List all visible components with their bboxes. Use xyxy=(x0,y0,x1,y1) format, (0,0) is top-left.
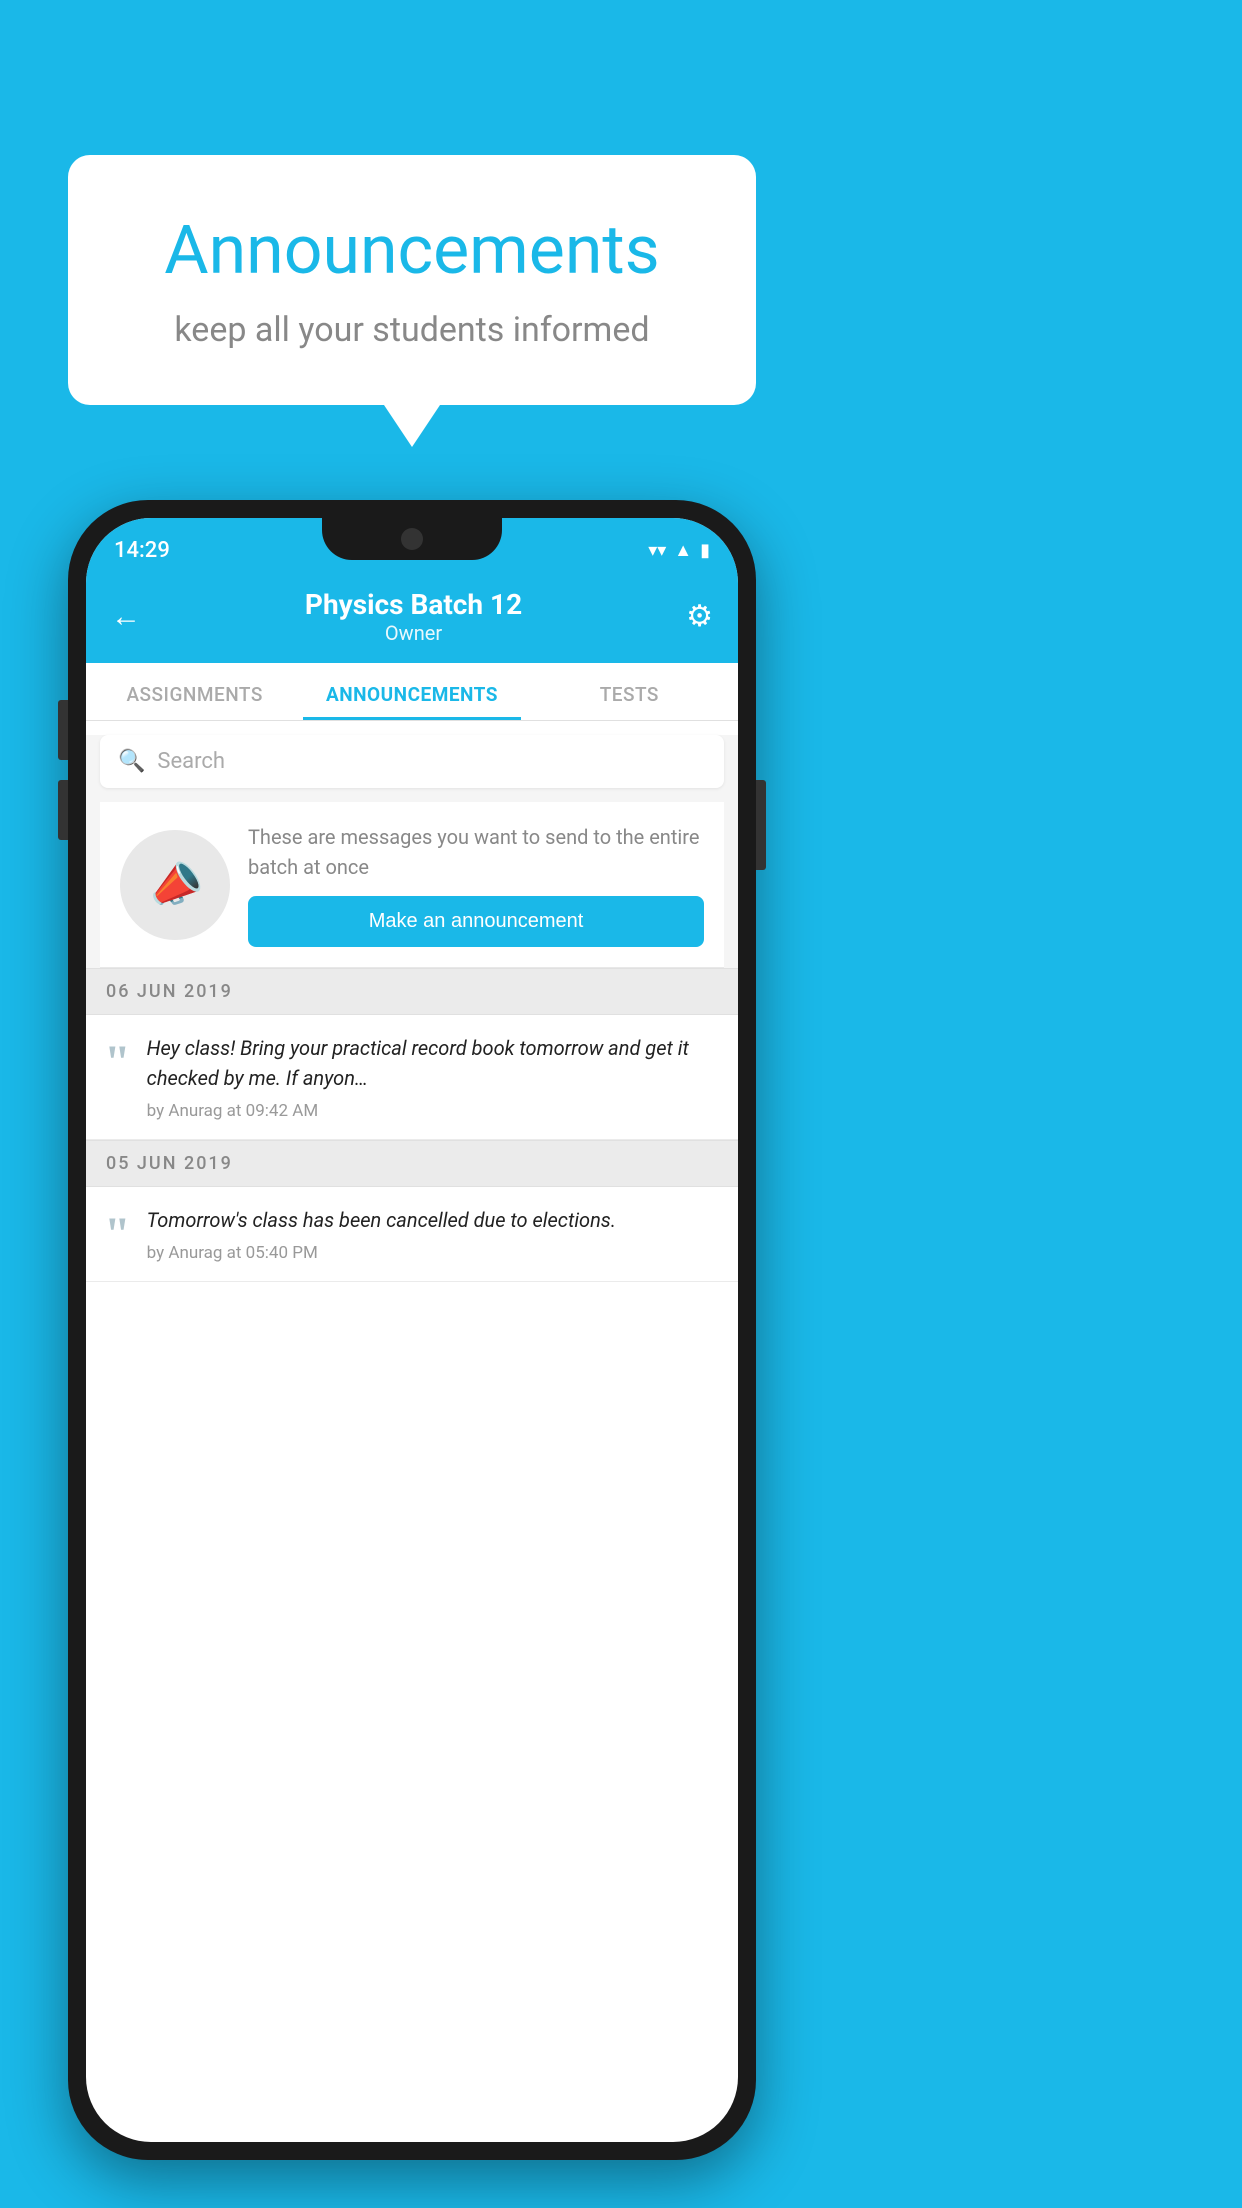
announcement-meta-2: by Anurag at 05:40 PM xyxy=(147,1243,720,1263)
bubble-title: Announcements xyxy=(108,210,716,290)
megaphone-circle: 📣 xyxy=(120,830,230,940)
volume-buttons xyxy=(58,700,68,860)
status-time: 14:29 xyxy=(114,538,170,563)
back-button[interactable]: ← xyxy=(111,599,141,634)
power-button xyxy=(756,780,766,870)
bubble-subtitle: keep all your students informed xyxy=(108,310,716,350)
content-area: 🔍 Search 📣 These are messages you want t… xyxy=(86,735,738,1282)
announcement-item-2[interactable]: " Tomorrow's class has been cancelled du… xyxy=(86,1187,738,1282)
tab-tests[interactable]: TESTS xyxy=(521,663,738,720)
speech-bubble-container: Announcements keep all your students inf… xyxy=(68,155,756,405)
phone-mockup: 14:29 ▾▾ ▲ ▮ ← Physics Batch 12 Owner ⚙ xyxy=(68,500,756,2160)
announcement-meta-1: by Anurag at 09:42 AM xyxy=(147,1101,720,1121)
announcement-description: These are messages you want to send to t… xyxy=(248,822,704,882)
announcement-prompt: 📣 These are messages you want to send to… xyxy=(100,802,724,968)
header-title: Physics Batch 12 xyxy=(305,588,522,621)
header-title-area: Physics Batch 12 Owner xyxy=(305,588,522,645)
phone-notch xyxy=(322,518,502,560)
search-placeholder: Search xyxy=(157,749,225,774)
search-icon: 🔍 xyxy=(118,749,145,774)
announcement-prompt-right: These are messages you want to send to t… xyxy=(248,822,704,947)
date-separator-june5: 05 JUN 2019 xyxy=(86,1140,738,1187)
wifi-icon: ▾▾ xyxy=(648,540,666,561)
status-icons: ▾▾ ▲ ▮ xyxy=(648,540,710,561)
phone-screen: 14:29 ▾▾ ▲ ▮ ← Physics Batch 12 Owner ⚙ xyxy=(86,518,738,2142)
search-bar[interactable]: 🔍 Search xyxy=(100,735,724,788)
announcement-text-area-1: Hey class! Bring your practical record b… xyxy=(147,1033,720,1121)
phone-outer-shell: 14:29 ▾▾ ▲ ▮ ← Physics Batch 12 Owner ⚙ xyxy=(68,500,756,2160)
phone-camera xyxy=(401,528,423,550)
date-separator-june6: 06 JUN 2019 xyxy=(86,968,738,1015)
quote-icon-2: " xyxy=(104,1211,131,1263)
make-announcement-button[interactable]: Make an announcement xyxy=(248,896,704,947)
megaphone-icon: 📣 xyxy=(142,852,208,916)
battery-icon: ▮ xyxy=(700,540,710,561)
vol-up xyxy=(58,700,68,760)
gear-icon[interactable]: ⚙ xyxy=(686,599,713,634)
announcement-text-2: Tomorrow's class has been cancelled due … xyxy=(147,1205,720,1235)
vol-down xyxy=(58,780,68,840)
announcement-item-1[interactable]: " Hey class! Bring your practical record… xyxy=(86,1015,738,1140)
header-subtitle: Owner xyxy=(305,621,522,645)
quote-icon-1: " xyxy=(104,1039,131,1121)
app-header: ← Physics Batch 12 Owner ⚙ xyxy=(86,573,738,663)
tab-bar: ASSIGNMENTS ANNOUNCEMENTS TESTS xyxy=(86,663,738,721)
announcement-text-area-2: Tomorrow's class has been cancelled due … xyxy=(147,1205,720,1263)
tab-assignments[interactable]: ASSIGNMENTS xyxy=(86,663,303,720)
announcement-text-1: Hey class! Bring your practical record b… xyxy=(147,1033,720,1093)
signal-icon: ▲ xyxy=(674,540,692,561)
tab-announcements[interactable]: ANNOUNCEMENTS xyxy=(303,663,520,720)
speech-bubble: Announcements keep all your students inf… xyxy=(68,155,756,405)
